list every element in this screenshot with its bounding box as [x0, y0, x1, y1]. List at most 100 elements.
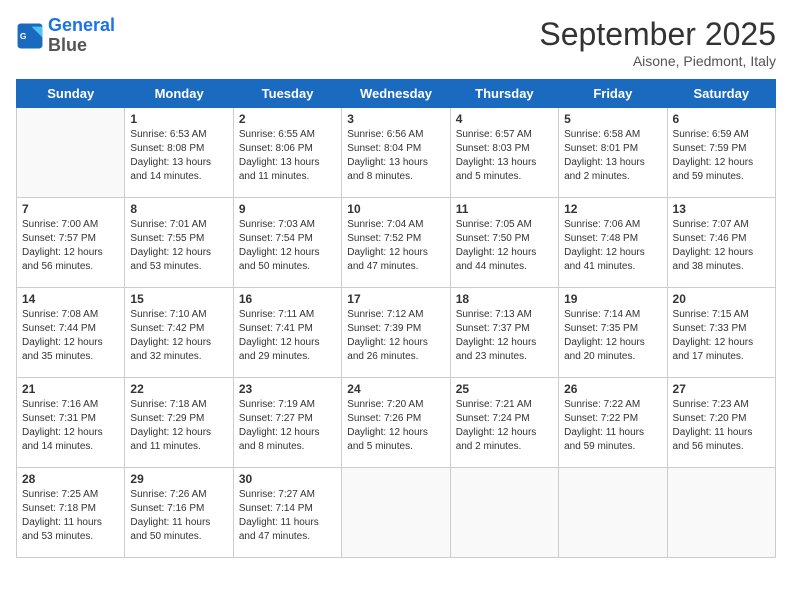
calendar-cell [559, 468, 667, 558]
calendar-week-3: 14 Sunrise: 7:08 AMSunset: 7:44 PMDayligh… [17, 288, 776, 378]
day-number: 4 [456, 112, 553, 126]
day-detail: Sunrise: 7:04 AMSunset: 7:52 PMDaylight:… [347, 218, 444, 274]
day-detail: Sunrise: 7:22 AMSunset: 7:22 PMDaylight:… [564, 398, 661, 454]
logo-icon: G [16, 22, 44, 50]
day-detail: Sunrise: 7:10 AMSunset: 7:42 PMDaylight:… [130, 308, 227, 364]
calendar-cell [17, 108, 125, 198]
calendar-cell: 10 Sunrise: 7:04 AMSunset: 7:52 PMDayligh… [342, 198, 450, 288]
day-detail: Sunrise: 7:15 AMSunset: 7:33 PMDaylight:… [673, 308, 770, 364]
day-detail: Sunrise: 7:27 AMSunset: 7:14 PMDaylight:… [239, 488, 336, 544]
day-number: 15 [130, 292, 227, 306]
day-detail: Sunrise: 7:05 AMSunset: 7:50 PMDaylight:… [456, 218, 553, 274]
day-detail: Sunrise: 7:07 AMSunset: 7:46 PMDaylight:… [673, 218, 770, 274]
header-day-sunday: Sunday [17, 80, 125, 108]
day-number: 18 [456, 292, 553, 306]
calendar-cell [342, 468, 450, 558]
calendar-week-1: 1 Sunrise: 6:53 AMSunset: 8:08 PMDaylight… [17, 108, 776, 198]
calendar-cell: 29Sunrise: 7:26 AMSunset: 7:16 PMDayligh… [125, 468, 233, 558]
calendar-cell: 6 Sunrise: 6:59 AMSunset: 7:59 PMDaylight… [667, 108, 775, 198]
calendar-cell: 23 Sunrise: 7:19 AMSunset: 7:27 PMDayligh… [233, 378, 341, 468]
day-number: 19 [564, 292, 661, 306]
day-number: 12 [564, 202, 661, 216]
title-block: September 2025 Aisone, Piedmont, Italy [539, 16, 776, 69]
calendar-cell: 15 Sunrise: 7:10 AMSunset: 7:42 PMDayligh… [125, 288, 233, 378]
day-detail: Sunrise: 7:23 AMSunset: 7:20 PMDaylight:… [673, 398, 770, 454]
calendar-cell: 5 Sunrise: 6:58 AMSunset: 8:01 PMDaylight… [559, 108, 667, 198]
day-detail: Sunrise: 7:18 AMSunset: 7:29 PMDaylight:… [130, 398, 227, 454]
calendar-cell: 3 Sunrise: 6:56 AMSunset: 8:04 PMDaylight… [342, 108, 450, 198]
day-number: 28 [22, 472, 119, 486]
calendar-cell: 27 Sunrise: 7:23 AMSunset: 7:20 PMDayligh… [667, 378, 775, 468]
day-detail: Sunrise: 6:58 AMSunset: 8:01 PMDaylight:… [564, 128, 661, 184]
calendar-cell: 11 Sunrise: 7:05 AMSunset: 7:50 PMDayligh… [450, 198, 558, 288]
page-header: G GeneralBlue September 2025 Aisone, Pie… [16, 16, 776, 69]
day-number: 30 [239, 472, 336, 486]
day-detail: Sunrise: 6:59 AMSunset: 7:59 PMDaylight:… [673, 128, 770, 184]
day-detail: Sunrise: 6:57 AMSunset: 8:03 PMDaylight:… [456, 128, 553, 184]
calendar-cell: 14 Sunrise: 7:08 AMSunset: 7:44 PMDayligh… [17, 288, 125, 378]
day-detail: Sunrise: 7:03 AMSunset: 7:54 PMDaylight:… [239, 218, 336, 274]
calendar-body: 1 Sunrise: 6:53 AMSunset: 8:08 PMDaylight… [17, 108, 776, 558]
calendar-cell: 2Sunrise: 6:55 AMSunset: 8:06 PMDaylight… [233, 108, 341, 198]
day-detail: Sunrise: 7:06 AMSunset: 7:48 PMDaylight:… [564, 218, 661, 274]
calendar-cell: 25Sunrise: 7:21 AMSunset: 7:24 PMDayligh… [450, 378, 558, 468]
calendar-cell: 28Sunrise: 7:25 AMSunset: 7:18 PMDayligh… [17, 468, 125, 558]
header-day-wednesday: Wednesday [342, 80, 450, 108]
calendar-cell: 21 Sunrise: 7:16 AMSunset: 7:31 PMDayligh… [17, 378, 125, 468]
calendar-cell: 19 Sunrise: 7:14 AMSunset: 7:35 PMDayligh… [559, 288, 667, 378]
day-number: 14 [22, 292, 119, 306]
day-detail: Sunrise: 7:14 AMSunset: 7:35 PMDaylight:… [564, 308, 661, 364]
day-number: 1 [130, 112, 227, 126]
day-detail: Sunrise: 6:56 AMSunset: 8:04 PMDaylight:… [347, 128, 444, 184]
day-number: 7 [22, 202, 119, 216]
calendar-cell: 16 Sunrise: 7:11 AMSunset: 7:41 PMDayligh… [233, 288, 341, 378]
day-number: 8 [130, 202, 227, 216]
day-number: 16 [239, 292, 336, 306]
day-detail: Sunrise: 6:53 AMSunset: 8:08 PMDaylight:… [130, 128, 227, 184]
calendar-cell: 26 Sunrise: 7:22 AMSunset: 7:22 PMDayligh… [559, 378, 667, 468]
day-number: 21 [22, 382, 119, 396]
calendar-cell [450, 468, 558, 558]
header-day-tuesday: Tuesday [233, 80, 341, 108]
day-number: 2 [239, 112, 336, 126]
location-subtitle: Aisone, Piedmont, Italy [539, 53, 776, 69]
calendar-table: SundayMondayTuesdayWednesdayThursdayFrid… [16, 79, 776, 558]
day-number: 10 [347, 202, 444, 216]
day-detail: Sunrise: 7:16 AMSunset: 7:31 PMDaylight:… [22, 398, 119, 454]
day-detail: Sunrise: 7:00 AMSunset: 7:57 PMDaylight:… [22, 218, 119, 274]
day-number: 23 [239, 382, 336, 396]
calendar-week-5: 28Sunrise: 7:25 AMSunset: 7:18 PMDayligh… [17, 468, 776, 558]
day-detail: Sunrise: 7:11 AMSunset: 7:41 PMDaylight:… [239, 308, 336, 364]
calendar-header: SundayMondayTuesdayWednesdayThursdayFrid… [17, 80, 776, 108]
day-number: 27 [673, 382, 770, 396]
calendar-cell: 22 Sunrise: 7:18 AMSunset: 7:29 PMDayligh… [125, 378, 233, 468]
logo-text: GeneralBlue [48, 16, 115, 56]
day-number: 22 [130, 382, 227, 396]
day-number: 26 [564, 382, 661, 396]
day-number: 29 [130, 472, 227, 486]
day-number: 24 [347, 382, 444, 396]
calendar-cell: 24 Sunrise: 7:20 AMSunset: 7:26 PMDayligh… [342, 378, 450, 468]
calendar-week-2: 7 Sunrise: 7:00 AMSunset: 7:57 PMDaylight… [17, 198, 776, 288]
day-number: 9 [239, 202, 336, 216]
day-number: 11 [456, 202, 553, 216]
header-day-friday: Friday [559, 80, 667, 108]
header-day-monday: Monday [125, 80, 233, 108]
day-detail: Sunrise: 7:08 AMSunset: 7:44 PMDaylight:… [22, 308, 119, 364]
day-detail: Sunrise: 7:20 AMSunset: 7:26 PMDaylight:… [347, 398, 444, 454]
day-number: 3 [347, 112, 444, 126]
svg-text:G: G [20, 31, 27, 41]
day-number: 5 [564, 112, 661, 126]
header-day-thursday: Thursday [450, 80, 558, 108]
calendar-cell: 8Sunrise: 7:01 AMSunset: 7:55 PMDaylight… [125, 198, 233, 288]
calendar-cell: 7 Sunrise: 7:00 AMSunset: 7:57 PMDaylight… [17, 198, 125, 288]
day-detail: Sunrise: 7:21 AMSunset: 7:24 PMDaylight:… [456, 398, 553, 454]
day-detail: Sunrise: 7:19 AMSunset: 7:27 PMDaylight:… [239, 398, 336, 454]
day-detail: Sunrise: 7:13 AMSunset: 7:37 PMDaylight:… [456, 308, 553, 364]
calendar-cell: 9 Sunrise: 7:03 AMSunset: 7:54 PMDaylight… [233, 198, 341, 288]
calendar-week-4: 21 Sunrise: 7:16 AMSunset: 7:31 PMDayligh… [17, 378, 776, 468]
day-number: 17 [347, 292, 444, 306]
calendar-cell: 17Sunrise: 7:12 AMSunset: 7:39 PMDayligh… [342, 288, 450, 378]
calendar-cell: 4 Sunrise: 6:57 AMSunset: 8:03 PMDaylight… [450, 108, 558, 198]
day-number: 6 [673, 112, 770, 126]
